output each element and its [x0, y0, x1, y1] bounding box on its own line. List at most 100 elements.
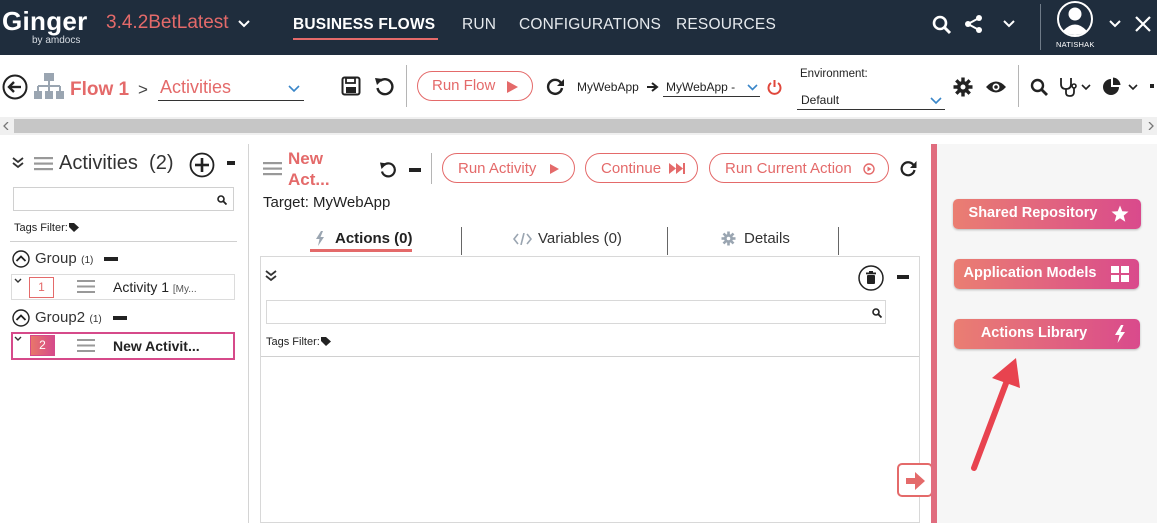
tag-icon	[320, 337, 331, 346]
activity-row[interactable]: 1 Activity 1 [My...	[11, 274, 235, 300]
app-logo-subtitle: by amdocs	[32, 35, 81, 46]
breadcrumb-separator: >	[138, 80, 148, 99]
star-icon	[1111, 205, 1129, 222]
activities-title-label: Activities	[59, 152, 138, 174]
flow-toolbar: Flow 1 > Activities Run Flow MyWebApp My…	[0, 55, 1157, 117]
undo-icon[interactable]	[379, 161, 396, 178]
nav-resources[interactable]: RESOURCES	[676, 16, 776, 34]
collapse-all-icon[interactable]	[12, 157, 24, 169]
horizontal-scrollbar[interactable]	[0, 117, 1157, 135]
more-options-icon[interactable]	[897, 275, 909, 279]
stethoscope-icon[interactable]	[1058, 77, 1078, 97]
application-models-label: Application Models	[963, 265, 1097, 281]
run-current-action-label: Run Current Action	[725, 160, 852, 177]
scroll-right-icon[interactable]	[1148, 122, 1154, 130]
target-agent-dropdown[interactable]: MyWebApp -	[663, 77, 760, 97]
pie-chart-icon[interactable]	[1102, 77, 1121, 96]
arrow-right-icon	[906, 472, 925, 490]
actions-search-input[interactable]	[266, 300, 886, 324]
run-current-action-button[interactable]: Run Current Action	[709, 153, 889, 183]
refresh-icon[interactable]	[900, 160, 917, 177]
share-icon[interactable]	[964, 14, 984, 34]
search-icon[interactable]	[872, 308, 882, 318]
annotation-arrow-icon	[971, 358, 1020, 471]
tags-filter-label: Tags Filter:	[266, 336, 320, 348]
more-options-icon[interactable]	[113, 316, 127, 320]
search-icon[interactable]	[217, 195, 227, 205]
application-models-button[interactable]: Application Models	[954, 259, 1139, 289]
expand-side-panel-button[interactable]	[897, 463, 933, 497]
user-chevron-down-icon[interactable]	[1108, 19, 1122, 29]
flow-name: Flow 1	[70, 79, 130, 100]
close-icon[interactable]	[1134, 15, 1152, 33]
right-arrow-icon	[647, 82, 659, 92]
more-options-icon[interactable]	[409, 168, 421, 172]
top-navigation-bar: Ginger by amdocs 3.4.2BetLatest BUSINESS…	[0, 0, 1157, 55]
tab-variables[interactable]: Variables (0)	[538, 230, 622, 247]
actions-list-area: Tags Filter:	[260, 256, 920, 523]
group-collapse-icon[interactable]	[12, 309, 30, 327]
tags-filter[interactable]: Tags Filter:	[14, 222, 79, 234]
chevron-down-icon	[288, 85, 300, 93]
play-icon	[507, 81, 518, 93]
drag-handle-icon[interactable]	[77, 280, 95, 294]
chevron-down-icon[interactable]	[1128, 84, 1138, 91]
group-collapse-icon[interactable]	[12, 250, 30, 268]
delete-icon[interactable]	[858, 265, 884, 291]
more-options-icon[interactable]	[1150, 84, 1154, 88]
nav-configurations[interactable]: CONFIGURATIONS	[519, 16, 661, 34]
divider	[261, 356, 919, 357]
eye-icon[interactable]	[985, 79, 1007, 95]
more-options-icon[interactable]	[104, 257, 118, 261]
group-header[interactable]: Group2 (1)	[35, 309, 102, 327]
environment-dropdown[interactable]: Default	[797, 90, 945, 110]
chevron-down-icon[interactable]	[1081, 84, 1091, 91]
run-activity-button[interactable]: Run Activity	[442, 153, 575, 183]
activities-search-field[interactable]	[17, 189, 212, 209]
nav-business-flows[interactable]: BUSINESS FLOWS	[293, 16, 435, 34]
fast-forward-icon	[669, 163, 685, 174]
version-chevron-down-icon[interactable]	[237, 19, 251, 29]
user-avatar-icon[interactable]	[1056, 0, 1094, 38]
gear-icon	[721, 231, 736, 246]
save-icon[interactable]	[341, 76, 361, 96]
group-header[interactable]: Group (1)	[35, 250, 93, 268]
tags-filter[interactable]: Tags Filter:	[266, 336, 331, 348]
collapse-all-icon[interactable]	[265, 270, 277, 282]
bolt-icon	[1115, 325, 1125, 343]
activities-search-input[interactable]	[13, 187, 234, 211]
tab-details[interactable]: Details	[744, 230, 790, 247]
add-activity-icon[interactable]	[189, 152, 215, 178]
tags-filter-label: Tags Filter:	[14, 222, 68, 234]
search-icon[interactable]	[1030, 78, 1049, 97]
actions-library-button[interactable]: Actions Library	[954, 319, 1140, 349]
scroll-left-icon[interactable]	[3, 122, 9, 130]
continue-button[interactable]: Continue	[585, 153, 698, 183]
activities-count: (2)	[149, 152, 174, 174]
search-icon[interactable]	[932, 15, 952, 35]
more-options-icon[interactable]	[227, 161, 235, 165]
tab-actions[interactable]: Actions (0)	[335, 230, 413, 247]
share-chevron-down-icon[interactable]	[1002, 19, 1016, 29]
refresh-icon[interactable]	[546, 77, 565, 96]
bolt-icon	[316, 231, 324, 246]
expand-chevron-icon[interactable]	[14, 278, 22, 284]
expand-chevron-icon[interactable]	[14, 336, 22, 342]
shared-repository-button[interactable]: Shared Repository	[953, 199, 1141, 229]
nav-run[interactable]: RUN	[462, 16, 496, 34]
activity-name-label: Activity 1	[113, 279, 170, 295]
undo-icon[interactable]	[374, 76, 394, 96]
activity-row-selected[interactable]: 2 New Activit...	[11, 332, 235, 360]
chevron-down-icon	[747, 84, 758, 91]
back-arrow-icon[interactable]	[2, 74, 28, 100]
activity-name: New Activit...	[113, 338, 200, 354]
drag-handle-icon[interactable]	[77, 339, 95, 353]
view-select-dropdown[interactable]: Activities	[158, 77, 304, 101]
gear-icon[interactable]	[953, 77, 973, 97]
scrollbar-thumb[interactable]	[14, 119, 1142, 133]
activities-title: Activities (2)	[59, 152, 173, 175]
tab-active-underline	[310, 249, 412, 252]
play-icon	[550, 164, 559, 174]
run-flow-button[interactable]: Run Flow	[417, 71, 533, 101]
power-icon[interactable]	[767, 79, 782, 95]
